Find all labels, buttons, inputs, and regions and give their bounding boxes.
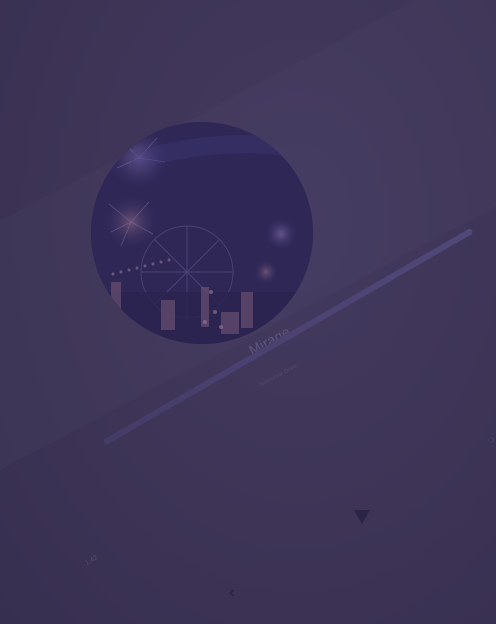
back-button[interactable] [226,584,238,597]
album-art [91,122,313,344]
player-screen: Mirage Nocturnal Drive 1:42 [0,0,496,624]
play-icon [354,510,370,524]
chevron-left-icon [228,589,235,597]
chevron-right-icon [490,436,495,444]
track-artist: Nocturnal Drive [259,363,299,389]
player-stage: Mirage Nocturnal Drive 1:42 [0,0,496,624]
next-edge-button[interactable] [489,430,496,444]
elapsed-time: 1:42 [84,554,100,568]
album-art-image [91,122,313,344]
play-button[interactable] [352,508,372,526]
